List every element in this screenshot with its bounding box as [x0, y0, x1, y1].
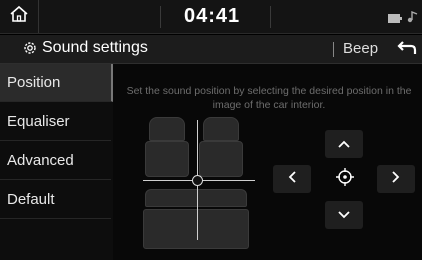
divider	[160, 6, 161, 28]
rear-bench-back	[145, 189, 247, 207]
instruction-text: Set the sound position by selecting the …	[126, 85, 412, 111]
home-icon	[9, 5, 29, 28]
center-target-icon	[335, 167, 355, 192]
music-icon	[406, 10, 418, 28]
sidebar-item-label: Equaliser	[7, 113, 70, 130]
right-arrow-icon	[392, 170, 400, 188]
back-arrow-icon	[397, 39, 417, 60]
back-button[interactable]	[393, 37, 421, 61]
position-marker[interactable]	[192, 175, 203, 186]
center-button[interactable]	[331, 165, 359, 193]
title-bar: Sound settings Beep	[0, 35, 422, 64]
front-right-seat	[203, 117, 239, 141]
front-left-seat-back	[145, 141, 189, 177]
sidebar-item-label: Default	[7, 191, 55, 208]
up-arrow-icon	[338, 135, 350, 153]
sidebar-item-advanced[interactable]: Advanced	[0, 142, 111, 180]
sidebar-item-label: Advanced	[7, 152, 74, 169]
sidebar: Position Equaliser Advanced Default	[0, 64, 113, 260]
left-arrow-icon	[288, 170, 296, 188]
sidebar-item-label: Position	[7, 74, 61, 91]
status-bar: 04:41	[0, 0, 422, 34]
home-button[interactable]	[0, 0, 39, 33]
left-button[interactable]	[273, 165, 311, 193]
gear-icon	[22, 40, 38, 61]
rear-bench	[143, 209, 249, 249]
divider	[270, 6, 271, 28]
sidebar-item-position[interactable]: Position	[0, 64, 113, 102]
front-left-seat	[149, 117, 185, 141]
page-title: Sound settings	[42, 39, 148, 56]
sound-position-panel: Set the sound position by selecting the …	[113, 64, 422, 260]
front-right-seat-back	[199, 141, 243, 177]
battery-icon	[388, 10, 402, 28]
sidebar-item-equaliser[interactable]: Equaliser	[0, 103, 111, 141]
clock: 04:41	[184, 5, 241, 27]
right-button[interactable]	[377, 165, 415, 193]
status-icons	[388, 10, 418, 28]
down-arrow-icon	[338, 206, 350, 224]
up-button[interactable]	[325, 130, 363, 158]
sidebar-item-default[interactable]: Default	[0, 181, 111, 219]
beep-button[interactable]: Beep	[343, 40, 378, 57]
down-button[interactable]	[325, 201, 363, 229]
divider	[333, 42, 334, 57]
